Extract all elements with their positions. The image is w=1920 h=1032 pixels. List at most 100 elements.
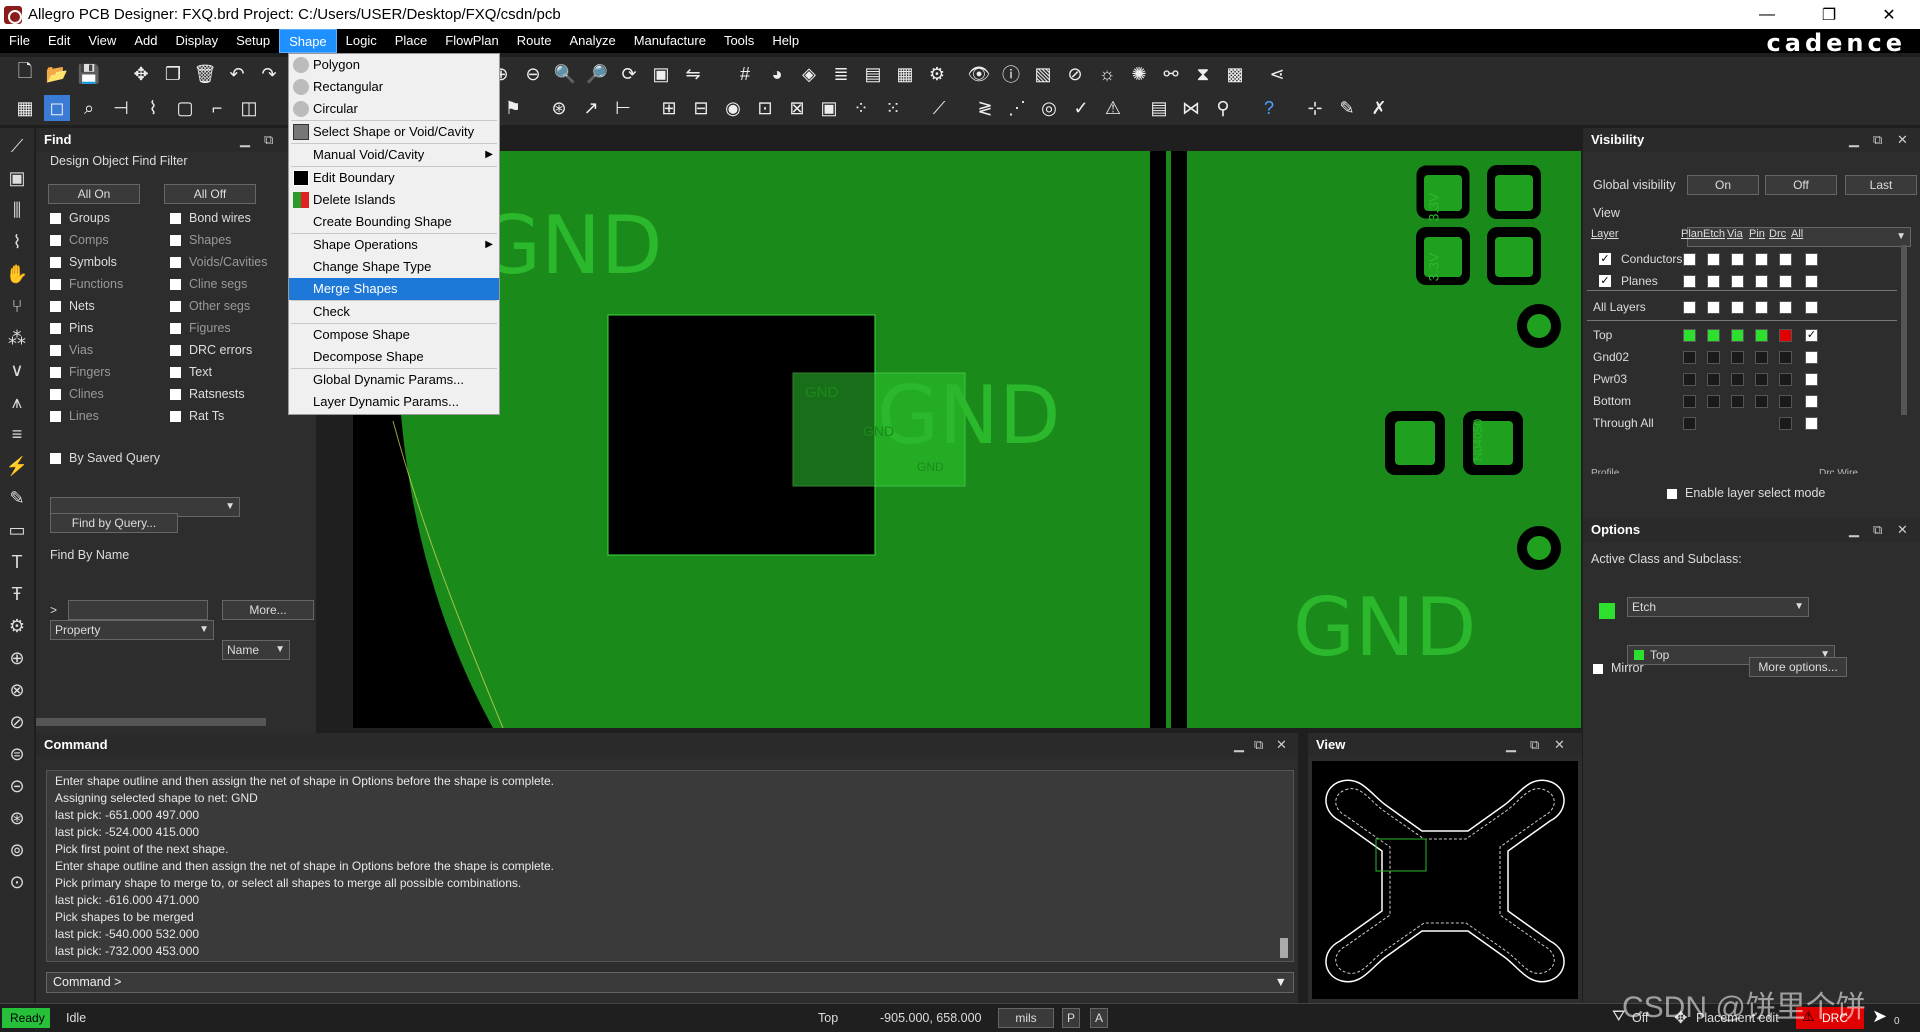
- layer-pwr03-toggle[interactable]: [1755, 373, 1768, 386]
- all-off-button[interactable]: All Off: [164, 184, 256, 204]
- array-icon[interactable]: ⁘: [848, 95, 874, 121]
- float-icon[interactable]: ⧉: [1530, 733, 1539, 757]
- layer-bottom-toggle[interactable]: [1779, 395, 1792, 408]
- signal-icon[interactable]: ⌇: [140, 95, 166, 121]
- menu-item-merge-shapes[interactable]: Merge Shapes: [289, 278, 499, 300]
- stack-icon[interactable]: ≣: [828, 61, 854, 87]
- add-connect-icon[interactable]: ⟋: [3, 132, 31, 160]
- filter-item-nets[interactable]: Nets: [50, 299, 95, 313]
- text-icon[interactable]: T: [3, 548, 31, 576]
- design-canvas[interactable]: GND GND GND GND GND GND 3.3V 3.3V N04050: [353, 151, 1581, 728]
- menu-help[interactable]: Help: [763, 29, 808, 53]
- layer-bottom-toggle[interactable]: [1707, 395, 1720, 408]
- move-icon[interactable]: ✥: [128, 61, 154, 87]
- filter-checkbox[interactable]: [170, 389, 181, 401]
- text-edit-icon[interactable]: Ŧ: [3, 580, 31, 608]
- layer-top-toggle[interactable]: [1731, 329, 1744, 342]
- menu-item-create-bounding[interactable]: Create Bounding Shape: [289, 211, 499, 233]
- layer-icon[interactable]: ◈: [796, 61, 822, 87]
- layer-gnd02-toggle[interactable]: [1755, 351, 1768, 364]
- layer-gnd02-toggle[interactable]: [1805, 351, 1818, 364]
- delay-tune-icon[interactable]: ⋰: [1004, 95, 1030, 121]
- align-icon[interactable]: ⊠: [784, 95, 810, 121]
- planes-toggle[interactable]: [1683, 275, 1696, 288]
- net-settings-icon[interactable]: ⚙: [3, 612, 31, 640]
- save-icon[interactable]: 💾: [76, 61, 102, 87]
- pcb-icon[interactable]: ▩: [1222, 61, 1248, 87]
- fanout-icon[interactable]: ⩚: [3, 388, 31, 416]
- layer-top-toggle[interactable]: [1755, 329, 1768, 342]
- filter-checkbox[interactable]: [50, 213, 61, 225]
- all-layers-toggle[interactable]: [1731, 301, 1744, 314]
- menu-item-select-shape[interactable]: Select Shape or Void/Cavity: [289, 121, 499, 143]
- filter-checkbox[interactable]: [170, 301, 181, 313]
- redraw-icon[interactable]: ⟳: [616, 61, 642, 87]
- layer-pwr03-toggle[interactable]: [1707, 373, 1720, 386]
- plot-icon[interactable]: ⊙: [3, 868, 31, 896]
- board-icon[interactable]: ▢: [172, 95, 198, 121]
- filter-item-pins[interactable]: Pins: [50, 321, 93, 335]
- minimize-icon[interactable]: —: [1744, 0, 1790, 29]
- menu-item-shape-operations[interactable]: Shape Operations ▶: [289, 234, 499, 256]
- p-button[interactable]: P: [1062, 1008, 1080, 1028]
- package-icon[interactable]: ▧: [1030, 61, 1056, 87]
- saved-query-row[interactable]: By Saved Query: [50, 451, 160, 465]
- filter-checkbox[interactable]: [170, 235, 181, 247]
- bulb-icon[interactable]: ⚲: [1210, 95, 1236, 121]
- filter-item-vias[interactable]: Vias: [50, 343, 93, 357]
- a-button[interactable]: A: [1090, 1008, 1108, 1028]
- visibility-icon[interactable]: 👁: [966, 61, 992, 87]
- close-icon[interactable]: ✕: [1866, 0, 1912, 29]
- hourglass-icon[interactable]: ⧗: [1190, 61, 1216, 87]
- sheet-icon[interactable]: ▦: [892, 61, 918, 87]
- filter-checkbox[interactable]: [50, 279, 61, 291]
- filter-item-text[interactable]: Text: [170, 365, 212, 379]
- minimize-icon[interactable]: ▁: [1849, 518, 1859, 542]
- fanout-icon[interactable]: ⋈: [1178, 95, 1204, 121]
- delete-note-icon[interactable]: ✗: [1366, 95, 1392, 121]
- filter-checkbox[interactable]: [50, 323, 61, 335]
- filter-checkbox[interactable]: [50, 257, 61, 269]
- vis-col-via[interactable]: Via: [1727, 228, 1743, 240]
- layer-bottom-toggle[interactable]: [1731, 395, 1744, 408]
- layer-top-toggle[interactable]: [1779, 329, 1792, 342]
- redo-icon[interactable]: ↷: [256, 61, 282, 87]
- general-edit-icon[interactable]: ▦: [12, 95, 38, 121]
- planes-toggle[interactable]: [1805, 275, 1818, 288]
- all-layers-toggle[interactable]: [1805, 301, 1818, 314]
- vis-col-layer[interactable]: Layer: [1591, 228, 1619, 240]
- hide-icon[interactable]: ⊘: [1062, 61, 1088, 87]
- filter-item-symbols[interactable]: Symbols: [50, 255, 117, 269]
- filter-checkbox[interactable]: [170, 345, 181, 357]
- planes-toggle[interactable]: [1779, 275, 1792, 288]
- flip-icon[interactable]: ⇋: [680, 61, 706, 87]
- pen-icon[interactable]: ✎: [3, 484, 31, 512]
- net-remove-icon[interactable]: ⊗: [3, 676, 31, 704]
- command-input[interactable]: Command > ▼: [46, 972, 1294, 993]
- filter-item-clines[interactable]: Clines: [50, 387, 104, 401]
- place-icon[interactable]: ⊡: [752, 95, 778, 121]
- filter-item-drc-errors[interactable]: DRC errors: [170, 343, 252, 357]
- find-by-query-button[interactable]: Find by Query...: [50, 513, 178, 533]
- new-file-icon[interactable]: 🗋: [12, 61, 38, 87]
- world-view[interactable]: [1312, 761, 1578, 999]
- menu-place[interactable]: Place: [386, 29, 437, 53]
- color-icon[interactable]: ◕: [764, 61, 790, 87]
- filter-item-groups[interactable]: Groups: [50, 211, 110, 225]
- planes-checkbox[interactable]: ✓: [1599, 275, 1611, 287]
- layer-through-all-toggle[interactable]: [1683, 417, 1696, 430]
- v-route-icon[interactable]: ∨: [3, 356, 31, 384]
- more-button[interactable]: More...: [222, 600, 314, 620]
- highlight-icon[interactable]: ✺: [1126, 61, 1152, 87]
- menu-item-change-type[interactable]: Change Shape Type: [289, 256, 499, 278]
- close-icon[interactable]: ✕: [1897, 518, 1908, 542]
- menu-view[interactable]: View: [79, 29, 125, 53]
- menu-manufacture[interactable]: Manufacture: [625, 29, 715, 53]
- bus-icon[interactable]: ⫼: [3, 196, 31, 224]
- layer-top-toggle[interactable]: [1683, 329, 1696, 342]
- share-icon[interactable]: ⋖: [1264, 61, 1290, 87]
- node-icon[interactable]: ⁂: [3, 324, 31, 352]
- filter-checkbox[interactable]: [170, 367, 181, 379]
- visibility-scrollbar[interactable]: [1901, 245, 1907, 415]
- filter-checkbox[interactable]: [50, 235, 61, 247]
